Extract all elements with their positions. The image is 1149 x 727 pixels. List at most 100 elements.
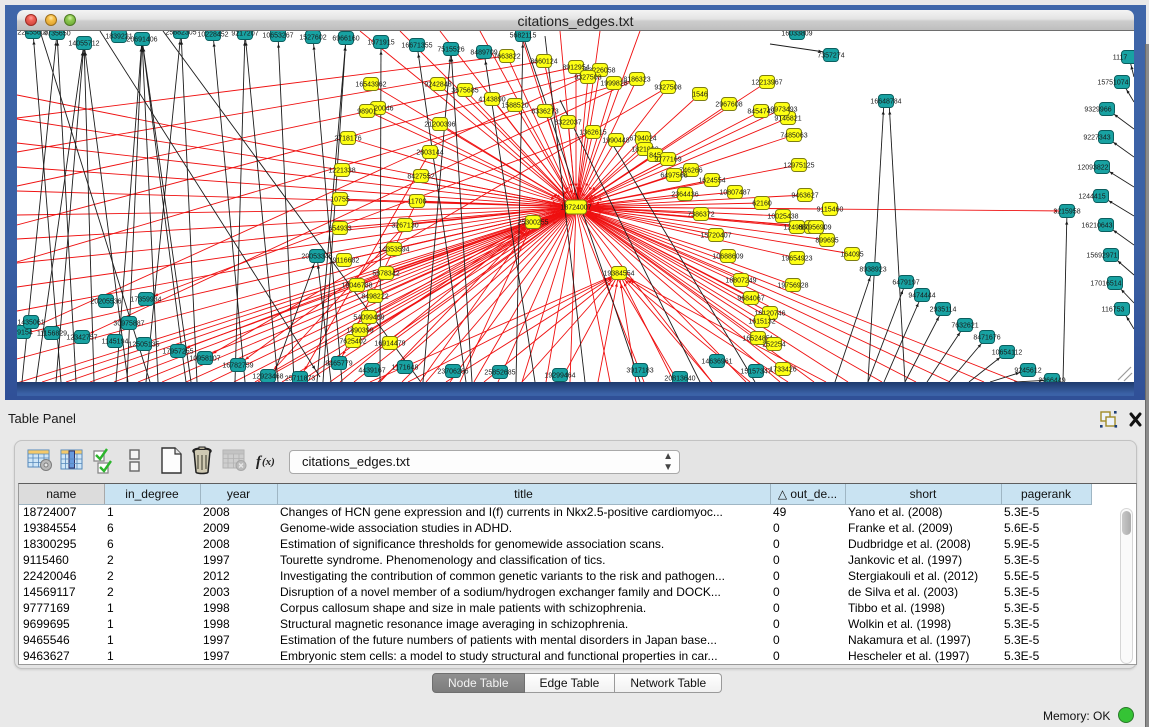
svg-text:16782759: 16782759 [222,362,253,369]
svg-text:12975125: 12975125 [783,162,814,169]
svg-text:11700: 11700 [408,198,427,205]
svg-text:2935114: 2935114 [930,306,957,313]
svg-text:39154: 39154 [17,329,33,336]
svg-text:7663822: 7663822 [493,53,520,60]
svg-text:98901: 98901 [357,108,377,115]
svg-text:8471676: 8471676 [973,334,1000,341]
svg-text:3675685: 3675685 [451,87,478,94]
svg-text:7485063: 7485063 [780,132,807,139]
svg-text:8336273: 8336273 [531,108,558,115]
svg-text:7632621: 7632621 [951,322,978,329]
svg-text:7357274: 7357274 [817,52,844,59]
svg-text:3917183: 3917183 [626,367,653,374]
svg-text:16914479: 16914479 [374,340,405,347]
svg-text:1990448: 1990448 [602,137,629,144]
svg-text:18724007: 18724007 [560,204,591,211]
svg-text:9217207: 9217207 [231,31,258,37]
svg-text:7515526: 7515526 [437,46,464,53]
svg-text:3215958: 3215958 [1053,208,1080,215]
svg-text:14353594: 14353594 [378,246,409,253]
svg-text:25882305: 25882305 [165,31,196,36]
svg-text:17359934: 17359934 [130,296,161,303]
svg-text:8498222: 8498222 [361,293,388,300]
svg-text:20205536: 20205536 [90,298,121,305]
svg-text:15720407: 15720407 [700,232,731,239]
svg-text:2967608: 2967608 [715,101,742,108]
svg-text:8660124: 8660124 [530,58,557,65]
svg-text:5682115: 5682115 [510,32,537,39]
svg-text:17956909: 17956909 [800,224,831,231]
svg-text:164095: 164095 [840,251,863,258]
svg-text:62160: 62160 [752,200,772,207]
svg-text:(x): (x) [262,456,275,468]
svg-text:1588520: 1588520 [501,102,528,109]
svg-text:10807487: 10807487 [719,189,750,196]
svg-text:2364436: 2364436 [671,191,698,198]
svg-text:8938923: 8938923 [859,266,886,273]
svg-text:10653267: 10653267 [262,32,293,39]
svg-text:10755: 10755 [330,196,350,203]
svg-text:17957255: 17957255 [162,348,193,355]
svg-text:9227343: 9227343 [1083,134,1110,141]
svg-text:252254: 252254 [762,341,785,348]
svg-text:16671355: 16671355 [401,42,432,49]
svg-text:1221338: 1221338 [328,167,355,174]
svg-text:16648784: 16648784 [870,98,901,105]
svg-text:8427552: 8427552 [407,173,434,180]
svg-text:5878342: 5878342 [372,270,399,277]
svg-text:1615132: 1615132 [748,318,775,325]
svg-text:8186323: 8186323 [623,76,650,83]
svg-text:9245612: 9245612 [1014,367,1041,374]
svg-text:15157347: 15157347 [740,368,771,375]
svg-text:10025438: 10025438 [767,213,798,220]
svg-text:9329966: 9329966 [1084,106,1111,113]
svg-text:10654112: 10654112 [992,349,1023,356]
svg-text:12505135: 12505135 [128,341,159,348]
svg-text:9242848: 9242848 [424,81,451,88]
svg-text:1527602: 1527602 [299,34,326,41]
svg-text:9684067: 9684067 [737,295,764,302]
svg-text:20691406: 20691406 [126,36,157,43]
svg-text:1244415: 1244415 [1078,193,1105,200]
svg-text:14055712: 14055712 [68,40,99,47]
svg-text:116753: 116753 [1102,306,1125,313]
svg-text:7625402: 7625402 [339,338,366,345]
svg-text:12093822: 12093822 [1077,164,1108,171]
svg-text:1435061: 1435061 [17,319,44,326]
svg-text:6479197: 6479197 [892,279,919,286]
svg-text:20813640: 20813640 [664,375,695,382]
svg-text:8322037: 8322037 [554,119,581,126]
svg-text:19116682: 19116682 [329,257,360,264]
svg-text:4439167: 4439167 [358,367,385,374]
svg-text:2803144: 2803144 [416,149,443,156]
svg-text:1145194: 1145194 [102,338,129,345]
svg-text:15751074: 15751074 [1097,79,1128,86]
svg-text:19299464: 19299464 [544,372,575,379]
svg-text:9115460: 9115460 [817,206,844,213]
svg-text:10228452: 10228452 [197,31,228,38]
svg-text:10973493: 10973493 [766,106,797,113]
svg-text:17016514: 17016514 [1090,280,1121,287]
svg-text:19756928: 19756928 [777,282,808,289]
svg-text:9777169: 9777169 [654,156,681,163]
svg-text:16033809: 16033809 [781,31,812,37]
svg-text:14636961: 14636961 [701,358,732,365]
svg-text:25711873: 25711873 [285,375,316,382]
svg-text:3267130: 3267130 [391,222,418,229]
svg-text:4735650: 4735650 [43,31,70,37]
svg-text:9465779: 9465779 [325,360,352,367]
svg-text:9327508: 9327508 [654,84,681,91]
svg-text:6794024: 6794024 [629,135,656,142]
svg-text:9474444: 9474444 [908,292,935,299]
svg-text:16210643: 16210643 [1081,222,1112,229]
svg-text:12923468: 12923468 [252,373,283,380]
svg-text:10958107: 10958107 [189,355,220,362]
svg-text:16046788: 16046788 [341,282,372,289]
svg-text:19654923: 19654923 [781,255,812,262]
svg-text:10688609: 10688609 [712,253,743,260]
svg-text:25852685: 25852685 [484,369,515,376]
svg-text:654933: 654933 [328,225,351,232]
svg-text:1624554: 1624554 [698,177,725,184]
svg-text:1117: 1117 [1113,54,1128,61]
svg-text:15692971: 15692971 [1086,252,1117,259]
